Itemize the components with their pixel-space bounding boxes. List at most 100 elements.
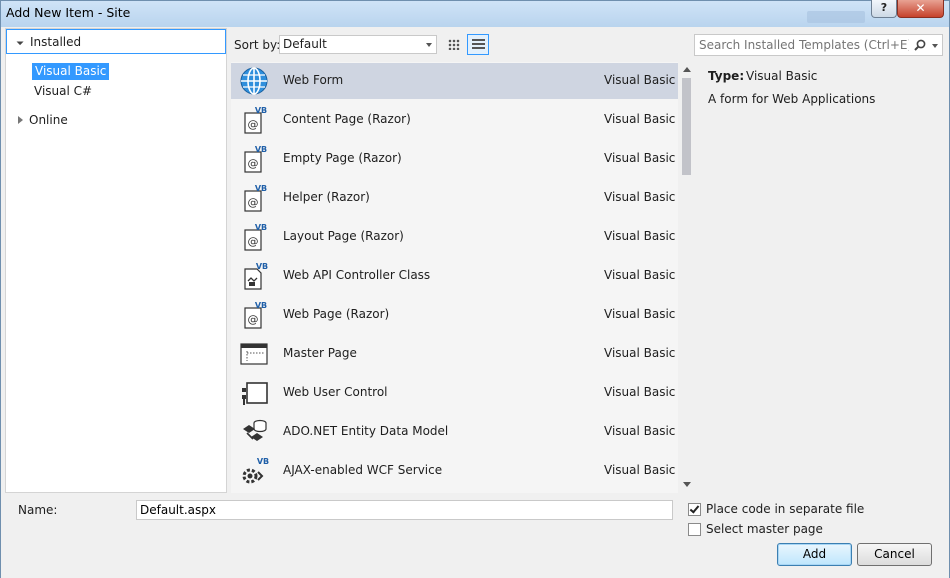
search-icon[interactable] <box>914 39 926 51</box>
checkmark-icon <box>689 503 700 514</box>
template-name: Helper (Razor) <box>283 190 370 204</box>
template-language: Visual Basic <box>604 229 676 243</box>
add-new-item-dialog: Add New Item - Site ? ✕ Installed Visual… <box>0 0 950 578</box>
template-language: Visual Basic <box>604 385 676 399</box>
place-code-separate-label[interactable]: Place code in separate file <box>706 502 864 516</box>
svg-text:VB: VB <box>255 184 267 193</box>
template-language: Visual Basic <box>604 346 676 360</box>
template-name: Web Page (Razor) <box>283 307 390 321</box>
template-item-web-api-controller[interactable]: VB Web API Controller Class Visual Basic <box>231 258 678 294</box>
template-item-master-page[interactable]: Master Page Visual Basic <box>231 336 678 372</box>
name-label: Name: <box>18 503 58 517</box>
grid-view-icon <box>448 39 460 50</box>
template-name: Empty Page (Razor) <box>283 151 402 165</box>
template-name: Layout Page (Razor) <box>283 229 404 243</box>
template-item-entity-data-model[interactable]: ADO.NET Entity Data Model Visual Basic <box>231 414 678 450</box>
details-type-value: Visual Basic <box>746 69 818 83</box>
name-input[interactable] <box>136 500 673 520</box>
svg-text:VB: VB <box>255 223 267 232</box>
vb-razor-page-icon: @ VB <box>244 223 267 251</box>
select-master-page-label[interactable]: Select master page <box>706 522 823 536</box>
tree-node-visual-basic[interactable]: Visual Basic <box>32 63 110 80</box>
category-tree: Installed Visual Basic Visual C# Online <box>5 28 227 493</box>
vb-razor-page-icon: @ VB <box>244 106 267 134</box>
dialog-footer: Name: Place code in separate file Select… <box>1 495 949 578</box>
template-language: Visual Basic <box>604 112 676 126</box>
list-view-button[interactable] <box>467 34 489 55</box>
template-list: Web Form Visual Basic @ VB Content Page … <box>231 62 678 493</box>
collapsed-arrow-icon[interactable] <box>18 116 23 124</box>
svg-text:VB: VB <box>256 262 268 271</box>
vb-razor-page-icon: @ VB <box>244 184 267 212</box>
svg-text:@: @ <box>248 157 259 170</box>
svg-text:VB: VB <box>255 106 267 115</box>
template-item-web-user-control[interactable]: Web User Control Visual Basic <box>231 375 678 411</box>
scroll-up-arrow-icon[interactable] <box>683 67 691 72</box>
search-templates-box[interactable] <box>694 34 943 56</box>
scroll-down-arrow-icon[interactable] <box>683 482 691 487</box>
help-button[interactable]: ? <box>871 0 897 18</box>
details-description: A form for Web Applications <box>708 92 876 106</box>
sort-by-label: Sort by: <box>234 38 281 52</box>
template-item-web-page[interactable]: @ VB Web Page (Razor) Visual Basic <box>231 297 678 333</box>
sort-by-dropdown[interactable]: Default <box>279 35 437 54</box>
template-item-layout-page[interactable]: @ VB Layout Page (Razor) Visual Basic <box>231 219 678 255</box>
template-language: Visual Basic <box>604 268 676 282</box>
svg-text:@: @ <box>248 196 259 209</box>
user-control-icon <box>242 382 268 405</box>
template-name: Web API Controller Class <box>283 268 431 282</box>
master-page-icon <box>240 343 268 365</box>
template-item-content-page[interactable]: @ VB Content Page (Razor) Visual Basic <box>231 102 678 138</box>
add-button[interactable]: Add <box>777 543 852 566</box>
template-name: Content Page (Razor) <box>283 112 411 126</box>
svg-text:@: @ <box>248 118 259 131</box>
template-name: Web Form <box>283 73 344 87</box>
template-language: Visual Basic <box>604 307 676 321</box>
scrollbar-thumb[interactable] <box>682 78 691 175</box>
cancel-button[interactable]: Cancel <box>857 543 932 566</box>
template-language: Visual Basic <box>604 463 676 477</box>
expanded-arrow-icon[interactable] <box>14 35 24 46</box>
template-name: AJAX-enabled WCF Service <box>283 463 443 477</box>
close-button[interactable]: ✕ <box>897 0 944 18</box>
title-bar: Add New Item - Site ? ✕ <box>1 0 949 27</box>
template-item-helper[interactable]: @ VB Helper (Razor) Visual Basic <box>231 180 678 216</box>
tree-node-installed[interactable]: Installed <box>6 29 226 54</box>
list-view-icon <box>472 39 485 51</box>
chevron-down-icon <box>426 43 432 47</box>
svg-text:VB: VB <box>257 457 269 466</box>
template-name: Master Page <box>283 346 357 360</box>
svg-text:@: @ <box>248 235 259 248</box>
svg-text:@: @ <box>248 313 259 326</box>
svg-text:VB: VB <box>255 145 267 154</box>
tree-node-online[interactable]: Online <box>29 113 68 127</box>
select-master-page-checkbox[interactable] <box>688 523 701 536</box>
template-language: Visual Basic <box>604 151 676 165</box>
search-input[interactable] <box>699 37 909 53</box>
template-item-empty-page[interactable]: @ VB Empty Page (Razor) Visual Basic <box>231 141 678 177</box>
template-item-web-form[interactable]: Web Form Visual Basic <box>231 63 678 99</box>
svg-text:VB: VB <box>255 301 267 310</box>
entity-model-icon <box>243 419 267 441</box>
details-type-label: Type: <box>708 69 745 83</box>
template-item-ajax-wcf-service[interactable]: VB AJAX-enabled WCF Service Visual Basic <box>231 453 678 489</box>
vb-razor-page-icon: @ VB <box>244 301 267 329</box>
sort-by-value: Default <box>283 37 327 51</box>
vb-controller-icon: VB <box>244 262 268 290</box>
template-language: Visual Basic <box>604 73 676 87</box>
place-code-separate-checkbox[interactable] <box>688 503 701 516</box>
template-language: Visual Basic <box>604 190 676 204</box>
dialog-title: Add New Item - Site <box>6 5 131 20</box>
small-icons-view-button[interactable] <box>443 34 465 55</box>
tree-node-installed-label: Installed <box>30 35 82 49</box>
template-list-scrollbar[interactable] <box>679 62 694 493</box>
vb-razor-page-icon: @ VB <box>244 145 267 173</box>
vb-wcf-service-icon: VB <box>242 457 269 484</box>
globe-icon <box>240 67 268 95</box>
title-bar-decoration <box>807 11 865 23</box>
template-name: ADO.NET Entity Data Model <box>283 424 449 438</box>
template-language: Visual Basic <box>604 424 676 438</box>
template-name: Web User Control <box>283 385 388 399</box>
chevron-down-icon[interactable] <box>932 44 938 48</box>
tree-node-visual-csharp[interactable]: Visual C# <box>34 84 92 98</box>
